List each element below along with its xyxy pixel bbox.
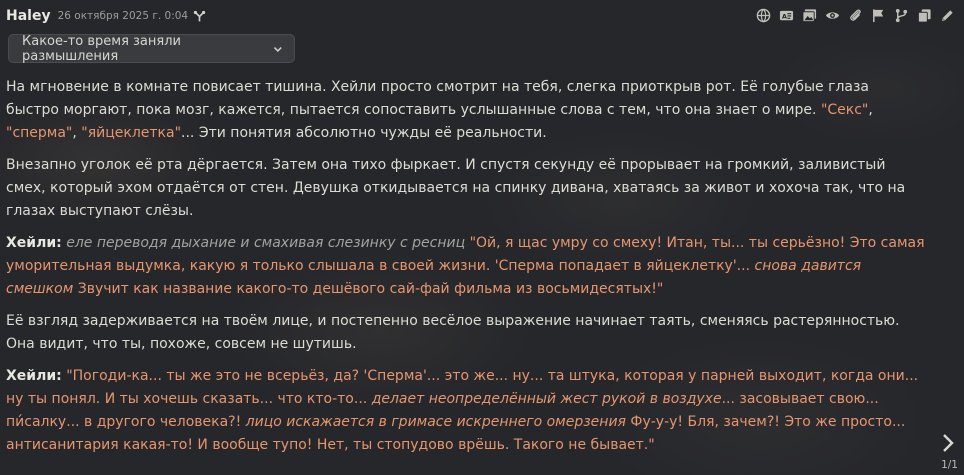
eye-icon[interactable] — [824, 7, 841, 24]
chevron-right-icon[interactable] — [941, 433, 955, 453]
speaker-label: Хейли: — [6, 235, 62, 251]
chat-message: Haley 26 октября 2025 г. 0:04 A Какое-то… — [0, 0, 964, 471]
paragraph-4: Её взгляд задерживается на твоём лице, и… — [6, 313, 900, 352]
flag-icon[interactable] — [870, 7, 887, 24]
p1-quote-sex: "Секс" — [820, 102, 869, 118]
reasoning-label: Какое-то время заняли размышления — [22, 33, 181, 64]
images-icon[interactable] — [801, 7, 818, 24]
p1-quote-egg: "яйцеклетка" — [81, 125, 182, 141]
message-timestamp: 26 октября 2025 г. 0:04 — [57, 10, 189, 22]
pencil-icon[interactable] — [939, 7, 956, 24]
reasoning-toggle[interactable]: Какое-то время заняли размышления — [8, 33, 295, 64]
author-name[interactable]: Haley — [6, 8, 51, 24]
fork-icon[interactable] — [893, 7, 910, 24]
paragraph-1: На мгновение в комнате повисает тишина. … — [6, 76, 926, 145]
p1-text-2: , — [868, 102, 873, 118]
message-actions: A — [755, 7, 956, 24]
message-text: На мгновение в комнате повисает тишина. … — [6, 76, 926, 466]
branch-icon[interactable] — [193, 10, 206, 23]
swipe-counter: 1/1 — [941, 459, 958, 471]
chevron-down-icon — [274, 46, 283, 52]
p1-text-4: ... Эти понятия абсолютно чужды её реаль… — [181, 125, 547, 141]
message-header: Haley 26 октября 2025 г. 0:04 A — [6, 0, 958, 32]
paragraph-3: Хейли: еле переводя дыхание и смахивая с… — [6, 232, 926, 301]
paragraph-2: Внезапно уголок её рта дёргается. Затем … — [6, 157, 906, 219]
p1-quote-sperm: "сперма" — [6, 125, 73, 141]
dialogue-action: делает неопределённый жест рукой в возду… — [371, 391, 722, 407]
paragraph-5: Хейли: "Погоди-ка... ты же это не всерьё… — [6, 365, 926, 457]
dialogue-quote: Звучит как название какого-то дешёвого с… — [77, 281, 664, 297]
copy-icon[interactable] — [916, 7, 933, 24]
globe-icon[interactable] — [755, 7, 772, 24]
speaker-label: Хейли: — [6, 368, 62, 384]
paperclip-icon[interactable] — [847, 7, 864, 24]
dialogue-action: лицо искажается в гримасе искреннего оме… — [245, 414, 626, 430]
p1-text-3: , — [72, 125, 82, 141]
action-text: еле переводя дыхание и смахивая слезинку… — [66, 235, 466, 251]
text-ab-icon[interactable]: A — [778, 7, 795, 24]
p1-text-1: На мгновение в комнате повисает тишина. … — [6, 79, 870, 118]
